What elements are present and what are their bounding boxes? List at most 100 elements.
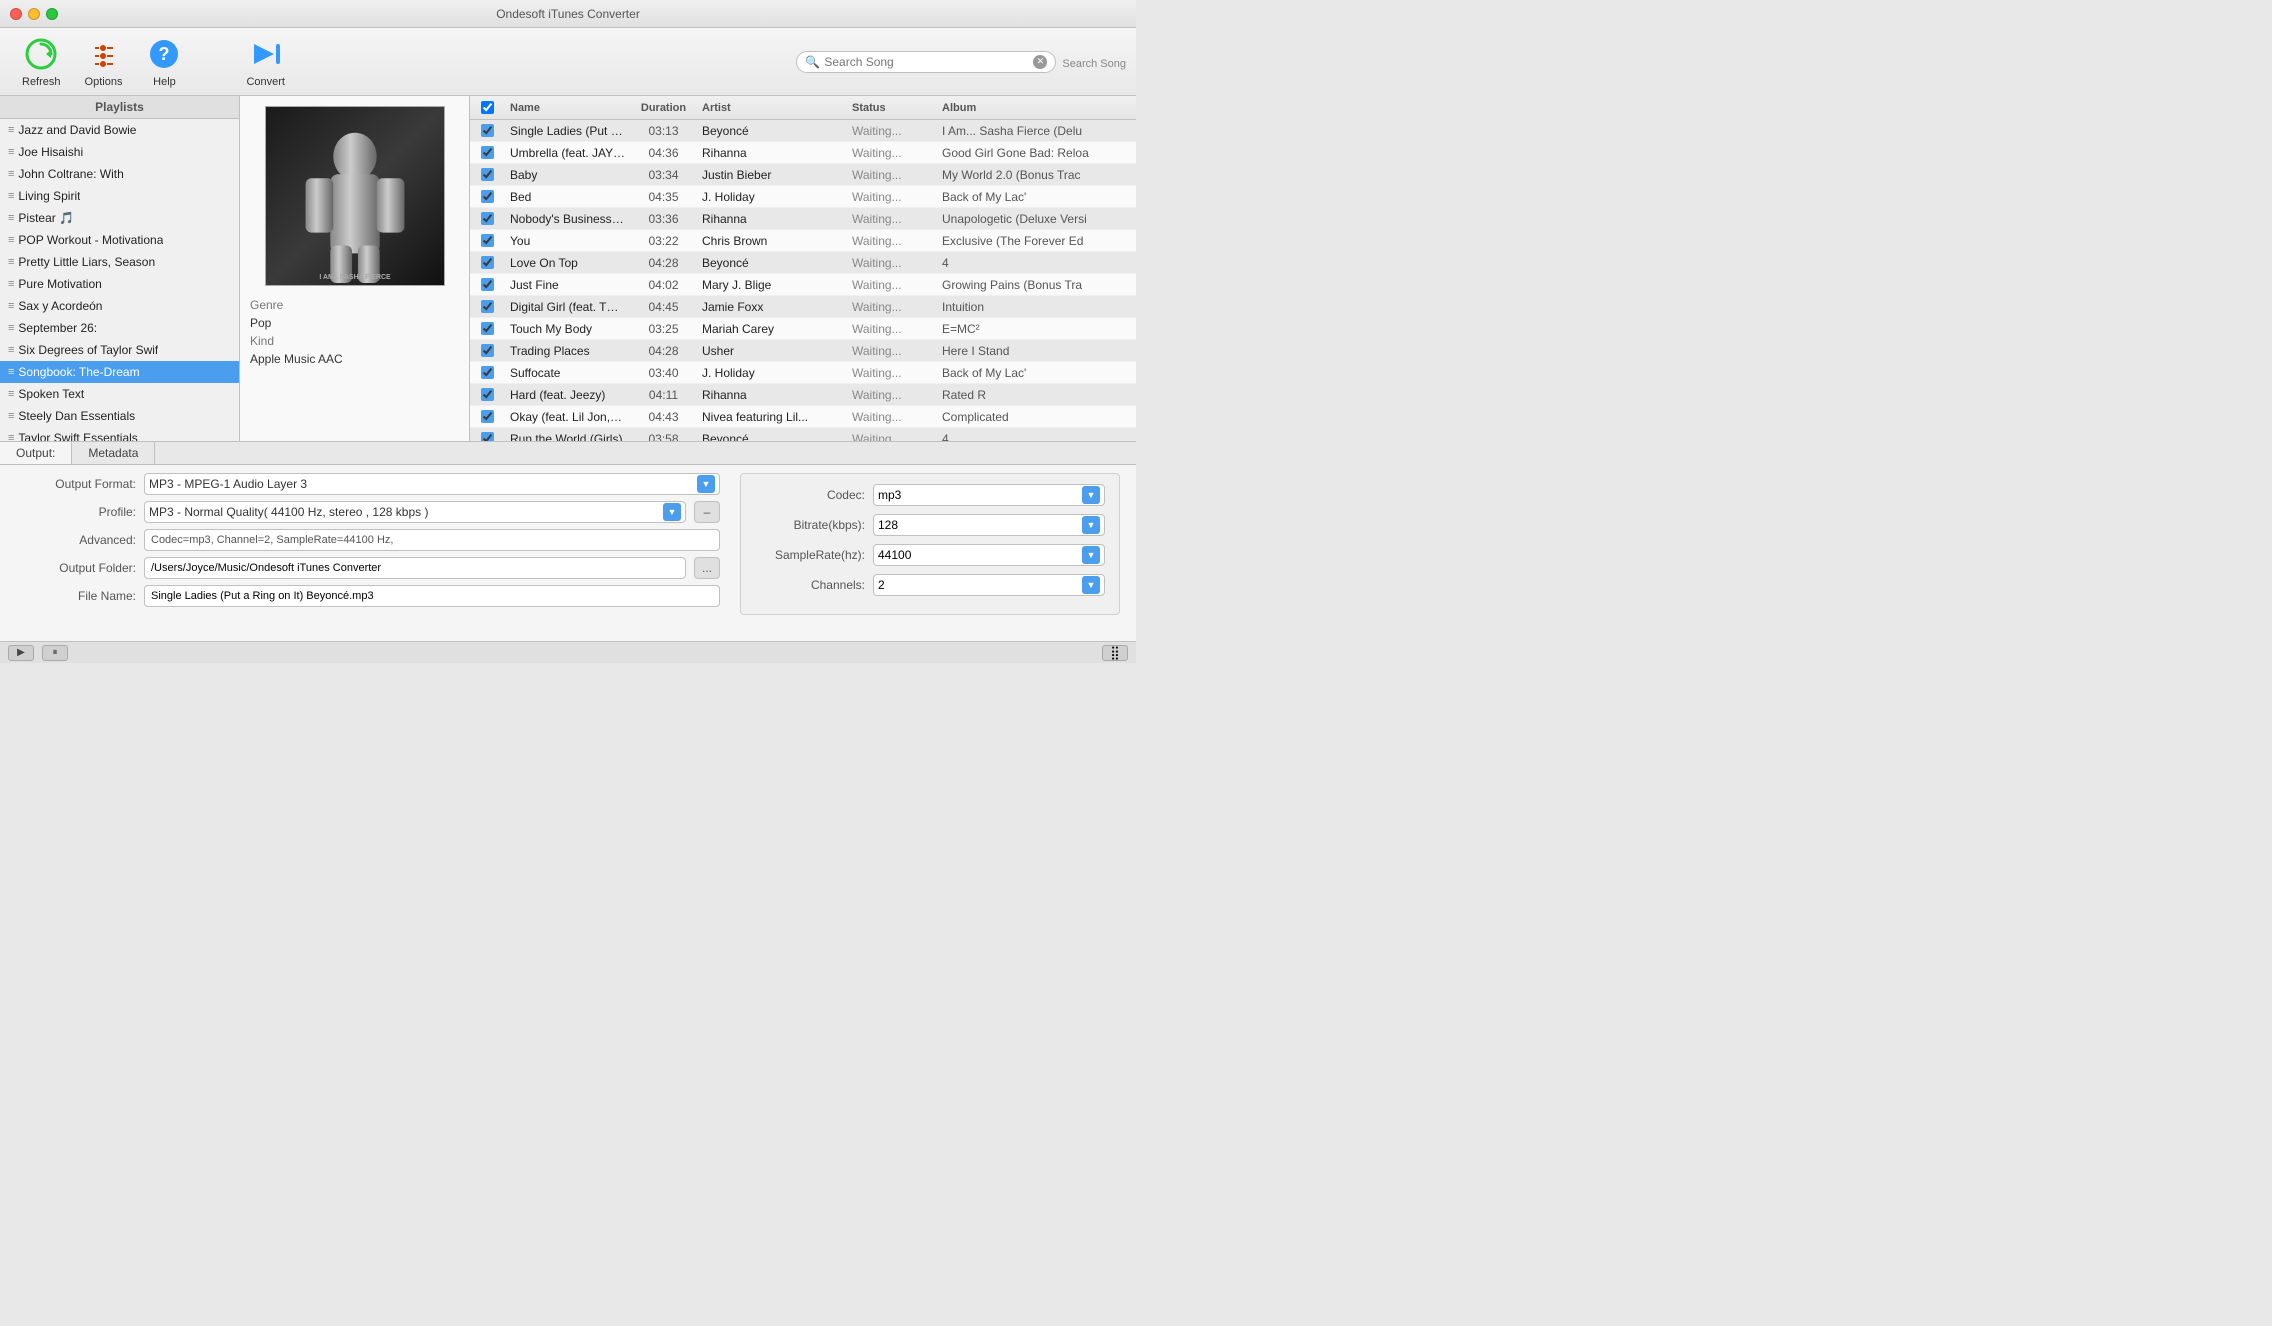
table-row[interactable]: Run the World (Girls) 03:58 Beyoncé Wait… xyxy=(470,428,1136,441)
row-checkbox[interactable] xyxy=(481,124,494,137)
table-header: Name Duration Artist Status Album xyxy=(470,96,1136,120)
row-artist: J. Holiday xyxy=(696,366,846,380)
options-button[interactable]: Options xyxy=(73,30,135,94)
table-row[interactable]: Suffocate 03:40 J. Holiday Waiting... Ba… xyxy=(470,362,1136,384)
table-row[interactable]: You 03:22 Chris Brown Waiting... Exclusi… xyxy=(470,230,1136,252)
search-clear-button[interactable]: ✕ xyxy=(1033,55,1047,69)
search-box[interactable]: 🔍 ✕ xyxy=(796,51,1056,73)
row-status: Waiting... xyxy=(846,432,936,442)
sidebar-item-1[interactable]: ≡Joe Hisaishi xyxy=(0,141,239,163)
table-row[interactable]: Nobody's Business (feat. Chris Brown) 03… xyxy=(470,208,1136,230)
bitrate-select[interactable]: 128 ▼ xyxy=(873,514,1105,536)
row-checkbox[interactable] xyxy=(481,388,494,401)
row-checkbox-cell[interactable] xyxy=(470,388,504,401)
kind-value-row: Apple Music AAC xyxy=(250,352,459,366)
close-button[interactable] xyxy=(10,8,22,20)
sidebar-item-6[interactable]: ≡Pretty Little Liars, Season xyxy=(0,251,239,273)
row-album: 4 xyxy=(936,432,1136,442)
row-checkbox[interactable] xyxy=(481,146,494,159)
channels-select[interactable]: 2 ▼ xyxy=(873,574,1105,596)
row-checkbox[interactable] xyxy=(481,168,494,181)
profile-select[interactable]: MP3 - Normal Quality( 44100 Hz, stereo ,… xyxy=(144,501,686,523)
codec-select[interactable]: mp3 ▼ xyxy=(873,484,1105,506)
row-checkbox-cell[interactable] xyxy=(470,256,504,269)
search-input[interactable] xyxy=(824,55,1029,69)
row-status: Waiting... xyxy=(846,190,936,204)
row-checkbox-cell[interactable] xyxy=(470,366,504,379)
sidebar-item-7[interactable]: ≡Pure Motivation xyxy=(0,273,239,295)
samplerate-arrow[interactable]: ▼ xyxy=(1082,546,1100,564)
row-checkbox[interactable] xyxy=(481,212,494,225)
refresh-button[interactable]: Refresh xyxy=(10,30,73,94)
table-row[interactable]: Digital Girl (feat. The-Dream) 04:45 Jam… xyxy=(470,296,1136,318)
row-checkbox-cell[interactable] xyxy=(470,410,504,423)
row-checkbox[interactable] xyxy=(481,432,494,441)
format-dropdown-arrow[interactable]: ▼ xyxy=(697,475,715,493)
row-checkbox[interactable] xyxy=(481,344,494,357)
help-button[interactable]: ? Help xyxy=(134,30,194,94)
row-checkbox-cell[interactable] xyxy=(470,322,504,335)
row-checkbox[interactable] xyxy=(481,300,494,313)
row-checkbox-cell[interactable] xyxy=(470,432,504,441)
row-checkbox-cell[interactable] xyxy=(470,146,504,159)
sidebar-item-3[interactable]: ≡Living Spirit xyxy=(0,185,239,207)
row-checkbox-cell[interactable] xyxy=(470,124,504,137)
format-select[interactable]: MP3 - MPEG-1 Audio Layer 3 ▼ xyxy=(144,473,720,495)
row-checkbox-cell[interactable] xyxy=(470,234,504,247)
table-row[interactable]: Umbrella (feat. JAY Z) 04:36 Rihanna Wai… xyxy=(470,142,1136,164)
tab-output[interactable]: Output: xyxy=(0,442,72,464)
tab-metadata[interactable]: Metadata xyxy=(72,442,155,464)
row-checkbox-cell[interactable] xyxy=(470,300,504,313)
row-checkbox-cell[interactable] xyxy=(470,278,504,291)
row-duration: 04:28 xyxy=(631,256,696,270)
sidebar-item-2[interactable]: ≡John Coltrane: With xyxy=(0,163,239,185)
table-row[interactable]: Touch My Body 03:25 Mariah Carey Waiting… xyxy=(470,318,1136,340)
minimize-button[interactable] xyxy=(28,8,40,20)
table-row[interactable]: Trading Places 04:28 Usher Waiting... He… xyxy=(470,340,1136,362)
sidebar: Playlists ≡Jazz and David Bowie≡Joe Hisa… xyxy=(0,96,240,441)
sidebar-item-8[interactable]: ≡Sax y Acordeón xyxy=(0,295,239,317)
profile-extra-btn[interactable]: – xyxy=(694,501,720,523)
row-checkbox[interactable] xyxy=(481,256,494,269)
row-status: Waiting... xyxy=(846,322,936,336)
sidebar-item-10[interactable]: ≡Six Degrees of Taylor Swif xyxy=(0,339,239,361)
row-checkbox[interactable] xyxy=(481,366,494,379)
row-checkbox[interactable] xyxy=(481,190,494,203)
codec-arrow[interactable]: ▼ xyxy=(1082,486,1100,504)
row-checkbox-cell[interactable] xyxy=(470,190,504,203)
statusbar-right-btn[interactable]: ⣿ xyxy=(1102,645,1128,661)
profile-dropdown-arrow[interactable]: ▼ xyxy=(663,503,681,521)
sidebar-item-9[interactable]: ≡September 26: xyxy=(0,317,239,339)
bitrate-arrow[interactable]: ▼ xyxy=(1082,516,1100,534)
table-row[interactable]: Hard (feat. Jeezy) 04:11 Rihanna Waiting… xyxy=(470,384,1136,406)
row-checkbox[interactable] xyxy=(481,278,494,291)
sidebar-item-12[interactable]: ≡Spoken Text xyxy=(0,383,239,405)
table-row[interactable]: Bed 04:35 J. Holiday Waiting... Back of … xyxy=(470,186,1136,208)
row-checkbox-cell[interactable] xyxy=(470,344,504,357)
table-row[interactable]: Okay (feat. Lil Jon, Lil Jon, Lil Jon, Y… xyxy=(470,406,1136,428)
row-checkbox-cell[interactable] xyxy=(470,168,504,181)
browse-folder-button[interactable]: ... xyxy=(694,557,720,579)
sidebar-item-4[interactable]: ≡Pistear 🎵 xyxy=(0,207,239,229)
statusbar-play-btn[interactable]: ▶ xyxy=(8,645,34,661)
row-checkbox[interactable] xyxy=(481,410,494,423)
sidebar-item-13[interactable]: ≡Steely Dan Essentials xyxy=(0,405,239,427)
maximize-button[interactable] xyxy=(46,8,58,20)
select-all-checkbox[interactable] xyxy=(481,101,494,114)
sidebar-item-5[interactable]: ≡POP Workout - Motivationa xyxy=(0,229,239,251)
statusbar-pause-btn[interactable]: ⏸ xyxy=(42,645,68,661)
table-row[interactable]: Love On Top 04:28 Beyoncé Waiting... 4 xyxy=(470,252,1136,274)
sidebar-item-0[interactable]: ≡Jazz and David Bowie xyxy=(0,119,239,141)
sidebar-header: Playlists xyxy=(0,96,239,119)
channels-arrow[interactable]: ▼ xyxy=(1082,576,1100,594)
table-row[interactable]: Just Fine 04:02 Mary J. Blige Waiting...… xyxy=(470,274,1136,296)
sidebar-item-14[interactable]: ≡Taylor Swift Essentials xyxy=(0,427,239,441)
row-checkbox[interactable] xyxy=(481,322,494,335)
table-row[interactable]: Single Ladies (Put a Ring on It) 03:13 B… xyxy=(470,120,1136,142)
samplerate-select[interactable]: 44100 ▼ xyxy=(873,544,1105,566)
table-row[interactable]: Baby 03:34 Justin Bieber Waiting... My W… xyxy=(470,164,1136,186)
sidebar-item-11[interactable]: ≡Songbook: The-Dream xyxy=(0,361,239,383)
convert-button[interactable]: Convert xyxy=(234,30,297,94)
row-checkbox-cell[interactable] xyxy=(470,212,504,225)
row-checkbox[interactable] xyxy=(481,234,494,247)
